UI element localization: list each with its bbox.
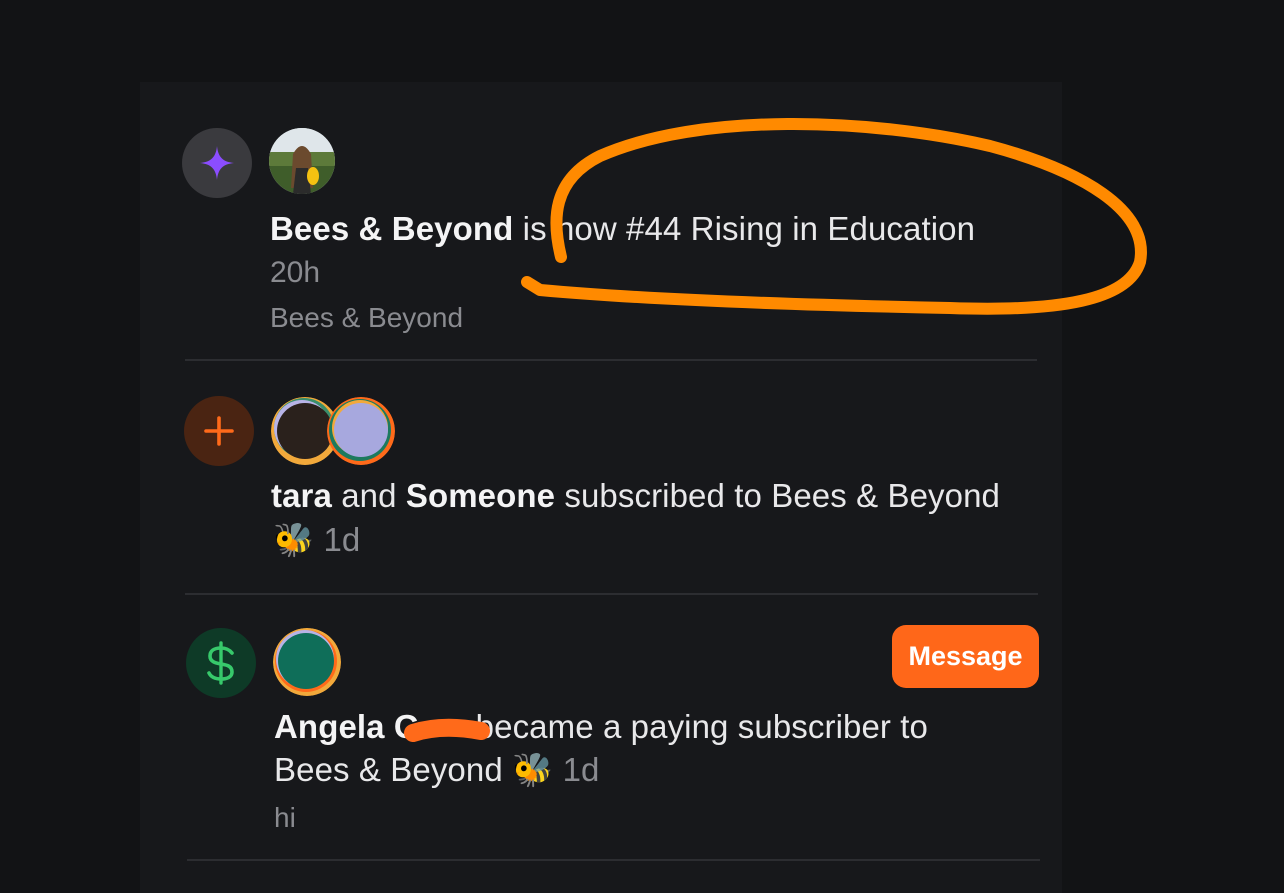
divider [185, 359, 1037, 361]
dollar-icon [207, 641, 234, 685]
notification-text-line2: Bees & Beyond 🐝 1d [274, 751, 600, 788]
user-avatar-angela[interactable] [273, 628, 341, 696]
timestamp: 1d [562, 751, 600, 788]
subscriber-name[interactable]: tara [271, 477, 332, 514]
bee-emoji: 🐝 [273, 521, 315, 558]
user-avatar-someone[interactable] [327, 397, 395, 465]
rising-badge [182, 128, 252, 198]
divider [185, 593, 1038, 595]
subscriber-name[interactable]: Angela G [274, 708, 420, 745]
subscriber-name[interactable]: Someone [406, 477, 555, 514]
timestamp: 1d [323, 521, 361, 558]
plus-icon [204, 416, 234, 446]
notification-text: Angela Gbecame a paying subscriber to [274, 708, 928, 745]
publication-name[interactable]: Bees & Beyond [270, 210, 513, 247]
bee-emoji: 🐝 [512, 751, 554, 788]
divider [187, 859, 1040, 861]
sparkle-icon [200, 146, 234, 180]
paid-subscriber-badge [186, 628, 256, 698]
notification-meta: 🐝 1d [273, 521, 360, 560]
message-subtext: hi [274, 802, 296, 833]
new-subscriber-badge [184, 396, 254, 466]
notification-text: tara and Someone subscribed to Bees & Be… [271, 477, 1000, 514]
notification-text: Bees & Beyond is now #44 Rising in Educa… [270, 210, 976, 247]
message-button[interactable]: Message [892, 625, 1039, 688]
publication-subtext: Bees & Beyond [270, 302, 464, 333]
timestamp: 20h [270, 256, 321, 289]
publication-avatar[interactable] [269, 128, 335, 194]
